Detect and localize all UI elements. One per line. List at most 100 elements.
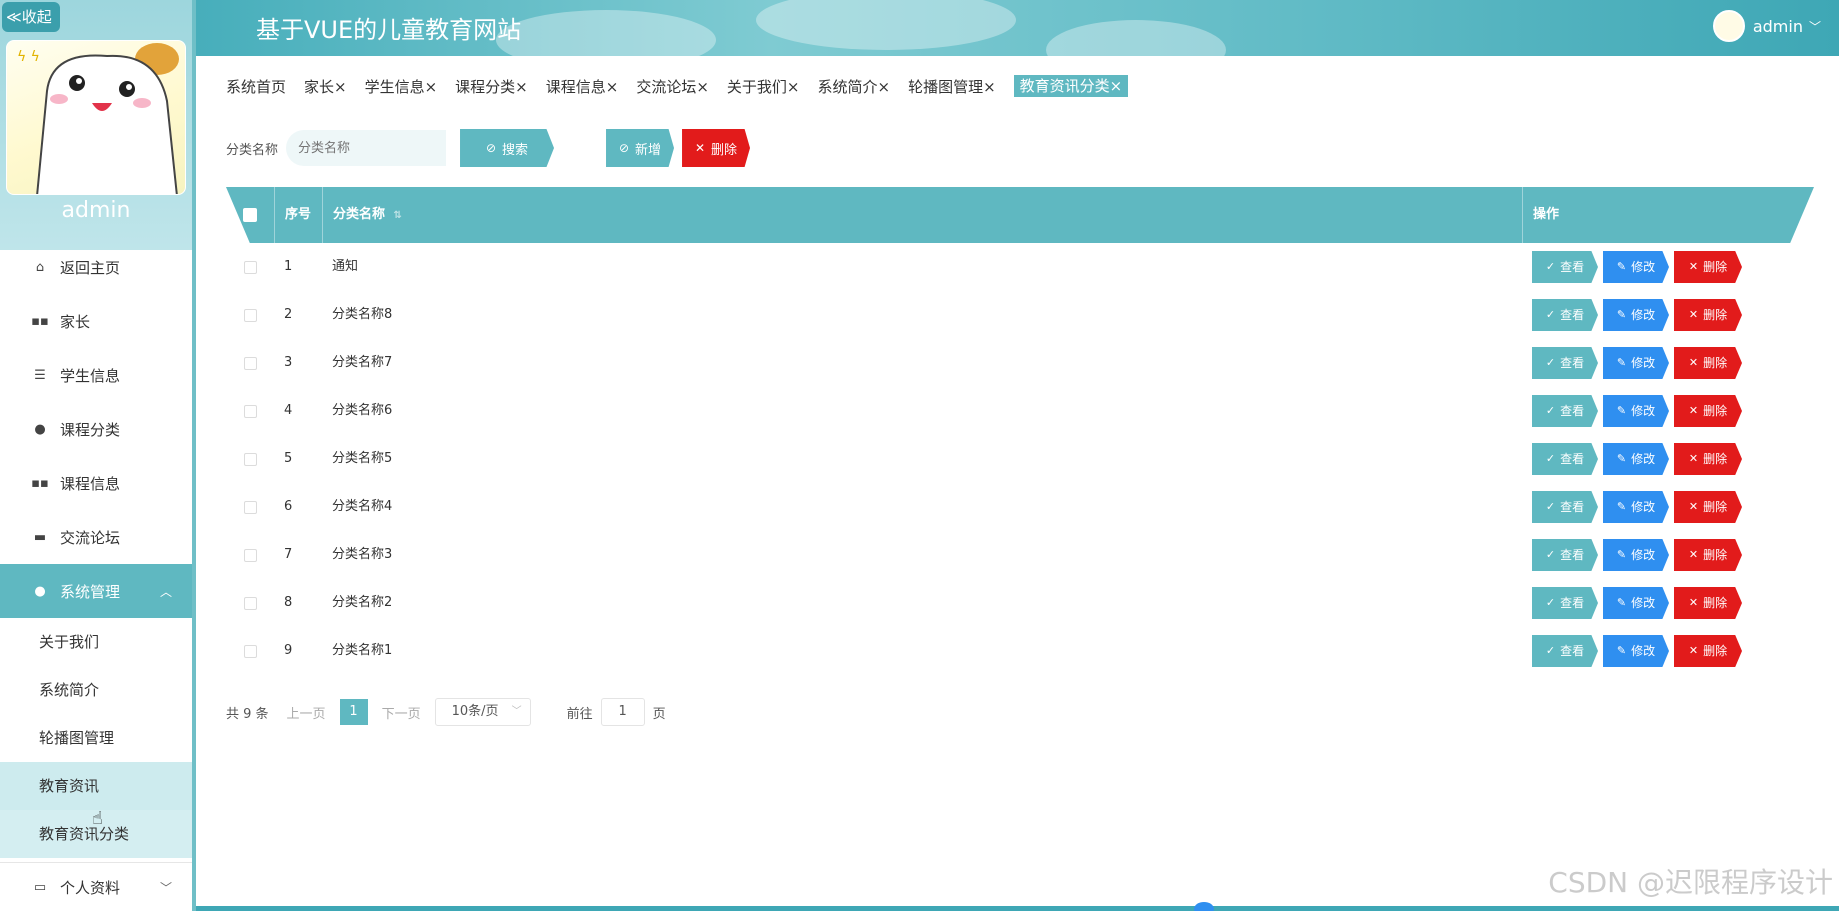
bulb-icon: ●: [34, 583, 46, 599]
close-icon: ✕: [1688, 260, 1699, 273]
header-name[interactable]: 分类名称 ⇅: [322, 187, 1522, 243]
row-ops: ✓ 查看 ✎ 修改 ✕ 删除: [1522, 387, 1814, 435]
table-row: 5 分类名称5 ✓ 查看 ✎ 修改 ✕ 删除: [226, 435, 1814, 483]
row-checkbox[interactable]: [243, 452, 257, 466]
sidebar-item-label: 学生信息: [60, 366, 121, 385]
row-name: 分类名称1: [332, 643, 393, 658]
check-circle-icon: ⊘: [618, 141, 630, 155]
row-checkbox[interactable]: [243, 356, 257, 370]
tag-tabs: 系统首页 家长× 学生信息× 课程分类× 课程信息× 交流论坛× 关于我们× 系…: [226, 74, 1146, 98]
check-icon: ✓: [1545, 404, 1556, 417]
edit-label: 修改: [1631, 356, 1656, 370]
sidebar-subitem-edu-news[interactable]: 教育资讯: [0, 762, 192, 810]
table-row: 4 分类名称6 ✓ 查看 ✎ 修改 ✕ 删除: [226, 387, 1814, 435]
delete-button[interactable]: ✕ 删除: [1674, 491, 1742, 523]
header-name-label: 分类名称: [333, 207, 386, 222]
tab-about-us[interactable]: 关于我们×: [727, 76, 800, 97]
pager-page-unit: 页: [652, 706, 666, 722]
row-checkbox[interactable]: [243, 644, 257, 658]
edit-button[interactable]: ✎ 修改: [1603, 251, 1669, 283]
sort-icon[interactable]: ⇅: [394, 210, 402, 221]
header-index: 序号: [274, 187, 322, 243]
edit-button[interactable]: ✎ 修改: [1603, 299, 1669, 331]
delete-button[interactable]: ✕ 删除: [1674, 635, 1742, 667]
delete-button[interactable]: ✕ 删除: [1674, 587, 1742, 619]
sidebar-item-course-info[interactable]: ▪▪ 课程信息: [0, 456, 192, 510]
sidebar-item-forum[interactable]: ▬ 交流论坛: [0, 510, 192, 564]
tab-carousel[interactable]: 轮播图管理×: [908, 76, 996, 97]
tab-parents[interactable]: 家长×: [304, 76, 347, 97]
page-size-select[interactable]: 10条/页 ﹀: [434, 698, 531, 726]
sidebar-item-profile[interactable]: ▭ 个人资料 ﹀: [0, 862, 192, 911]
row-checkbox[interactable]: [243, 500, 257, 514]
pager-goto-input[interactable]: 1: [600, 698, 645, 726]
view-button[interactable]: ✓ 查看: [1532, 395, 1598, 427]
tab-course-info[interactable]: 课程信息×: [546, 76, 619, 97]
pager-prev[interactable]: 上一页: [287, 703, 326, 722]
forum-icon: ▬: [33, 529, 47, 545]
svg-text:ϟ ϟ: ϟ ϟ: [17, 49, 40, 65]
row-checkbox[interactable]: [243, 548, 257, 562]
sidebar-item-course-category[interactable]: ● 课程分类: [0, 402, 192, 456]
edit-button[interactable]: ✎ 修改: [1603, 587, 1669, 619]
row-checkbox[interactable]: [243, 308, 257, 322]
view-label: 查看: [1560, 260, 1585, 274]
add-button[interactable]: ⊘ 新增: [606, 129, 675, 167]
sidebar-subitem-about-us[interactable]: 关于我们: [0, 618, 192, 666]
user-menu[interactable]: admin ﹀: [1712, 10, 1821, 42]
sidebar-item-system-management[interactable]: ● 系统管理 ︿: [0, 564, 192, 618]
row-checkbox[interactable]: [243, 260, 257, 274]
tab-system-intro[interactable]: 系统简介×: [817, 76, 890, 97]
sidebar-item-students[interactable]: ☰ 学生信息: [0, 348, 192, 402]
delete-button[interactable]: ✕ 删除: [1674, 395, 1742, 427]
delete-button[interactable]: ✕ 删除: [1674, 347, 1742, 379]
edit-button[interactable]: ✎ 修改: [1603, 395, 1669, 427]
row-checkbox[interactable]: [243, 404, 257, 418]
search-input[interactable]: [286, 130, 447, 166]
collapse-button[interactable]: ≪收起: [2, 2, 60, 32]
edit-button[interactable]: ✎ 修改: [1603, 347, 1669, 379]
check-icon: ✓: [1545, 260, 1556, 273]
tab-students[interactable]: 学生信息×: [365, 76, 438, 97]
pager-current-page[interactable]: 1: [339, 699, 368, 725]
sidebar-item-parents[interactable]: ▪▪ 家长: [0, 294, 192, 348]
delete-label: 删除: [1703, 596, 1728, 610]
view-button[interactable]: ✓ 查看: [1532, 299, 1598, 331]
sidebar-subitem-carousel[interactable]: 轮播图管理: [0, 714, 192, 762]
batch-delete-button[interactable]: ✕ 删除: [682, 129, 751, 167]
row-ops: ✓ 查看 ✎ 修改 ✕ 删除: [1522, 291, 1814, 339]
sidebar-item-label: 交流论坛: [60, 528, 121, 547]
edit-button[interactable]: ✎ 修改: [1603, 491, 1669, 523]
delete-button[interactable]: ✕ 删除: [1674, 251, 1742, 283]
delete-button[interactable]: ✕ 删除: [1674, 299, 1742, 331]
pager-next[interactable]: 下一页: [382, 703, 421, 722]
scroll-indicator[interactable]: [1194, 902, 1214, 911]
tab-home[interactable]: 系统首页: [226, 76, 286, 97]
select-all-checkbox[interactable]: [243, 208, 257, 222]
view-button[interactable]: ✓ 查看: [1532, 587, 1598, 619]
view-button[interactable]: ✓ 查看: [1532, 347, 1598, 379]
edit-button[interactable]: ✎ 修改: [1603, 635, 1669, 667]
sidebar-item-home[interactable]: ⌂ 返回主页: [0, 240, 192, 294]
edit-button[interactable]: ✎ 修改: [1603, 443, 1669, 475]
row-select-cell: [226, 452, 274, 466]
edit-button[interactable]: ✎ 修改: [1603, 539, 1669, 571]
tab-course-category[interactable]: 课程分类×: [455, 76, 528, 97]
row-ops: ✓ 查看 ✎ 修改 ✕ 删除: [1522, 627, 1814, 675]
bottom-bar: [196, 906, 1839, 911]
view-button[interactable]: ✓ 查看: [1532, 491, 1598, 523]
view-button[interactable]: ✓ 查看: [1532, 443, 1598, 475]
view-button[interactable]: ✓ 查看: [1532, 539, 1598, 571]
view-label: 查看: [1560, 356, 1585, 370]
view-button[interactable]: ✓ 查看: [1532, 635, 1598, 667]
view-button[interactable]: ✓ 查看: [1532, 251, 1598, 283]
sidebar-subitem-system-intro[interactable]: 系统简介: [0, 666, 192, 714]
delete-button[interactable]: ✕ 删除: [1674, 443, 1742, 475]
tab-forum[interactable]: 交流论坛×: [636, 76, 709, 97]
close-icon: ✕: [1688, 356, 1699, 369]
search-button[interactable]: ⊘ 搜索: [460, 129, 555, 167]
delete-button[interactable]: ✕ 删除: [1674, 539, 1742, 571]
tab-edu-news-category[interactable]: 教育资讯分类×: [1013, 75, 1129, 97]
row-checkbox[interactable]: [243, 596, 257, 610]
table-row: 3 分类名称7 ✓ 查看 ✎ 修改 ✕ 删除: [226, 339, 1814, 387]
